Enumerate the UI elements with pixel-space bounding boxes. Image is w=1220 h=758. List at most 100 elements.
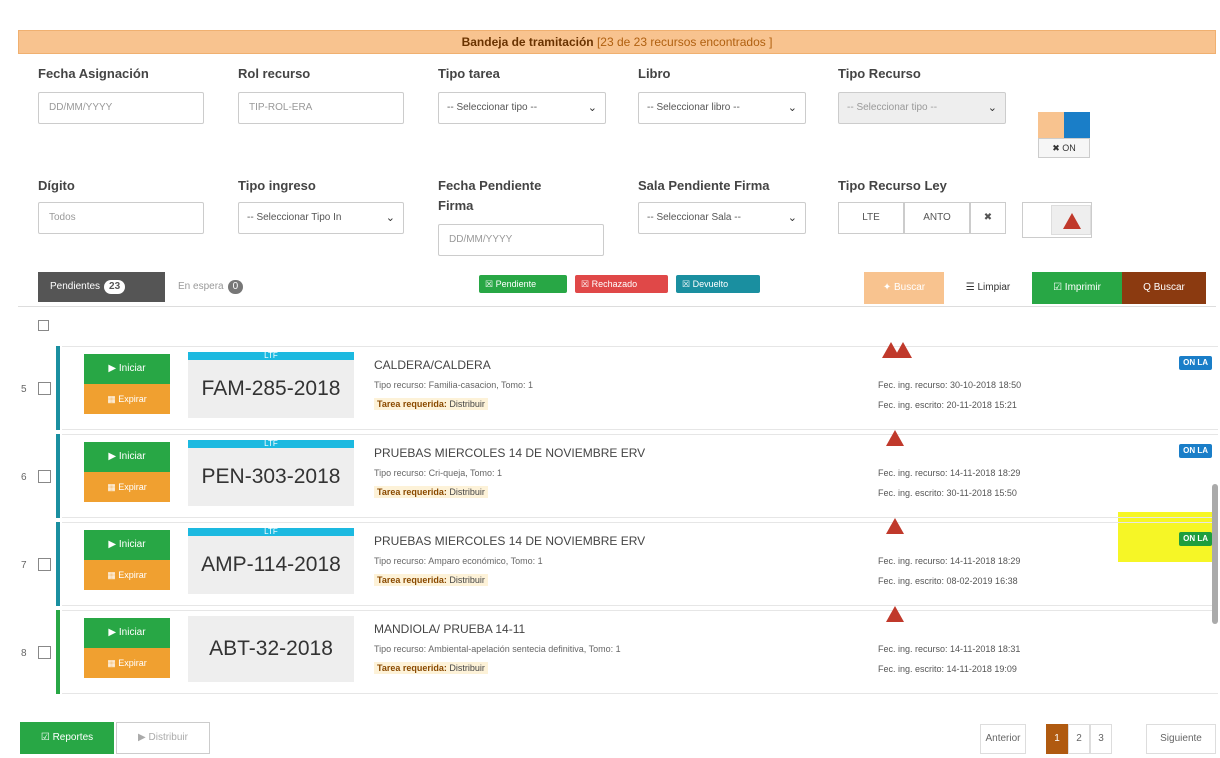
status-badge: ON LA	[1179, 444, 1212, 458]
digito-label: Dígito	[38, 178, 75, 193]
distribuir-button[interactable]: ▶ Distribuir	[116, 722, 210, 754]
select-all-checkbox[interactable]	[38, 320, 49, 331]
fecha-ingreso-recurso: Fec. ing. recurso: 14-11-2018 18:31	[878, 644, 1021, 654]
tab-en-espera[interactable]: En espera 0	[168, 272, 278, 302]
ley-clear-button[interactable]: ✖	[970, 202, 1006, 234]
tarea-requerida: Tarea requerida: Distribuir	[374, 574, 488, 586]
tarea-label: Tarea requerida:	[377, 399, 447, 409]
expirar-button[interactable]: ▦ Expirar	[84, 648, 170, 678]
tipo-recurso-text: Tipo recurso: Amparo económico, Tomo: 1	[374, 556, 543, 566]
tipo-badge: LTF	[188, 440, 354, 448]
tarea-label: Tarea requerida:	[377, 487, 447, 497]
warning-icon	[886, 430, 904, 451]
warning-icon-shape	[886, 518, 904, 534]
iniciar-button[interactable]: ▶ Iniciar	[84, 354, 170, 384]
tipo-tarea-value: -- Seleccionar tipo --	[447, 102, 538, 113]
reportes-button[interactable]: ☑ Reportes	[20, 722, 114, 754]
status-bar	[56, 434, 60, 518]
rol-code: ABT-32-2018	[188, 616, 354, 682]
caratula: CALDERA/CALDERA	[374, 358, 491, 372]
list-item: 8 ▶ Iniciar ▦ Expirar ABT-32-2018 MANDIO…	[18, 606, 1218, 694]
warning-toggle[interactable]	[1022, 202, 1092, 238]
tab-pendientes[interactable]: Pendientes 23	[38, 272, 165, 302]
libro-label: Libro	[638, 66, 671, 81]
row-number: 5	[21, 384, 27, 395]
iniciar-button[interactable]: ▶ Iniciar	[84, 530, 170, 560]
pagination-next[interactable]: Siguiente	[1146, 724, 1216, 754]
buscar-button[interactable]: Q Buscar	[1122, 272, 1206, 304]
fecha-ingreso-recurso: Fec. ing. recurso: 14-11-2018 18:29	[878, 468, 1021, 478]
status-badge: ON LA	[1179, 356, 1212, 370]
libro-value: -- Seleccionar libro --	[647, 102, 740, 113]
tipo-recurso-label: Tipo Recurso	[838, 66, 921, 81]
status-bar	[56, 610, 60, 694]
warning-icon	[882, 342, 912, 363]
tarea-label: Tarea requerida:	[377, 575, 447, 585]
libro-select[interactable]: -- Seleccionar libro -- ⌄	[638, 92, 806, 124]
limpiar-button[interactable]: ☰ Limpiar	[946, 272, 1030, 304]
iniciar-button[interactable]: ▶ Iniciar	[84, 442, 170, 472]
tarea-value: Distribuir	[449, 575, 485, 585]
sala-pendiente-select[interactable]: -- Seleccionar Sala -- ⌄	[638, 202, 806, 234]
tarea-requerida: Tarea requerida: Distribuir	[374, 398, 488, 410]
pagination-prev[interactable]: Anterior	[980, 724, 1026, 754]
toggle-on-swatch	[1064, 112, 1090, 138]
warning-icon	[1063, 213, 1081, 229]
pagination-page-1[interactable]: 1	[1046, 724, 1068, 754]
ley-option-lte[interactable]: LTE	[838, 202, 904, 234]
rol-code: FAM-285-2018	[188, 360, 354, 418]
iniciar-button[interactable]: ▶ Iniciar	[84, 618, 170, 648]
tipo-tarea-select[interactable]: -- Seleccionar tipo -- ⌄	[438, 92, 606, 124]
row-checkbox[interactable]	[38, 382, 51, 395]
scrollbar[interactable]	[1212, 484, 1218, 624]
divider	[18, 306, 1216, 307]
tab-pendientes-label: Pendientes	[50, 281, 101, 292]
tipo-ingreso-select[interactable]: -- Seleccionar Tipo In ⌄	[238, 202, 404, 234]
fecha-pendiente-label-2: Firma	[438, 198, 474, 213]
legend-rechazado: ☒ Rechazado	[575, 275, 668, 293]
pagination-page-2[interactable]: 2	[1068, 724, 1090, 754]
banner-title: Bandeja de tramitación	[461, 35, 594, 49]
tipo-ingreso-label: Tipo ingreso	[238, 178, 316, 193]
results-banner: Bandeja de tramitación [23 de 23 recurso…	[18, 30, 1216, 54]
row-checkbox[interactable]	[38, 470, 51, 483]
fecha-ingreso-escrito: Fec. ing. escrito: 14-11-2018 19:09	[878, 664, 1017, 674]
warning-icon	[886, 606, 904, 627]
pagination-page-3[interactable]: 3	[1090, 724, 1112, 754]
buscar-disabled-button[interactable]: ✦ Buscar	[864, 272, 944, 304]
row-checkbox[interactable]	[38, 558, 51, 571]
on-label: ✖ ON	[1038, 138, 1090, 158]
chevron-down-icon: ⌄	[787, 212, 797, 224]
tipo-recurso-ley-label: Tipo Recurso Ley	[838, 178, 947, 193]
caratula: PRUEBAS MIERCOLES 14 DE NOVIEMBRE ERV	[374, 446, 646, 460]
imprimir-button[interactable]: ☑ Imprimir	[1032, 272, 1122, 304]
sala-pendiente-label: Sala Pendiente Firma	[638, 178, 770, 193]
warning-icon-shape	[886, 430, 904, 446]
legend-pendiente: ☒ Pendiente	[479, 275, 567, 293]
row-number: 6	[21, 472, 27, 483]
tarea-requerida: Tarea requerida: Distribuir	[374, 662, 488, 674]
row-checkbox[interactable]	[38, 646, 51, 659]
expirar-button[interactable]: ▦ Expirar	[84, 384, 170, 414]
fecha-ingreso-recurso: Fec. ing. recurso: 14-11-2018 18:29	[878, 556, 1021, 566]
tipo-recurso-text: Tipo recurso: Ambiental-apelación sentec…	[374, 644, 621, 654]
fecha-pendiente-input[interactable]: DD/MM/YYYY	[438, 224, 604, 256]
tab-en-espera-label: En espera	[178, 281, 224, 292]
ley-option-anto[interactable]: ANTO	[904, 202, 970, 234]
tipo-recurso-select[interactable]: -- Seleccionar tipo -- ⌄	[838, 92, 1006, 124]
warning-icon-shape	[886, 606, 904, 622]
status-badge: ON LA	[1179, 532, 1212, 546]
rol-recurso-input[interactable]: TIP-ROL-ERA	[238, 92, 404, 124]
rol-code: AMP-114-2018	[188, 536, 354, 594]
list-item: 5 ▶ Iniciar ▦ Expirar LTF FAM-285-2018 C…	[18, 342, 1218, 430]
fecha-ingreso-escrito: Fec. ing. escrito: 08-02-2019 16:38	[878, 576, 1018, 586]
rol-recurso-label: Rol recurso	[238, 66, 311, 81]
expirar-button[interactable]: ▦ Expirar	[84, 560, 170, 590]
chevron-down-icon: ⌄	[987, 102, 997, 114]
status-bar	[56, 522, 60, 606]
digito-input[interactable]: Todos	[38, 202, 204, 234]
on-toggle[interactable]: ✖ ON	[1036, 110, 1092, 160]
expirar-button[interactable]: ▦ Expirar	[84, 472, 170, 502]
fecha-asignacion-input[interactable]: DD/MM/YYYY	[38, 92, 204, 124]
legend-devuelto: ☒ Devuelto	[676, 275, 760, 293]
